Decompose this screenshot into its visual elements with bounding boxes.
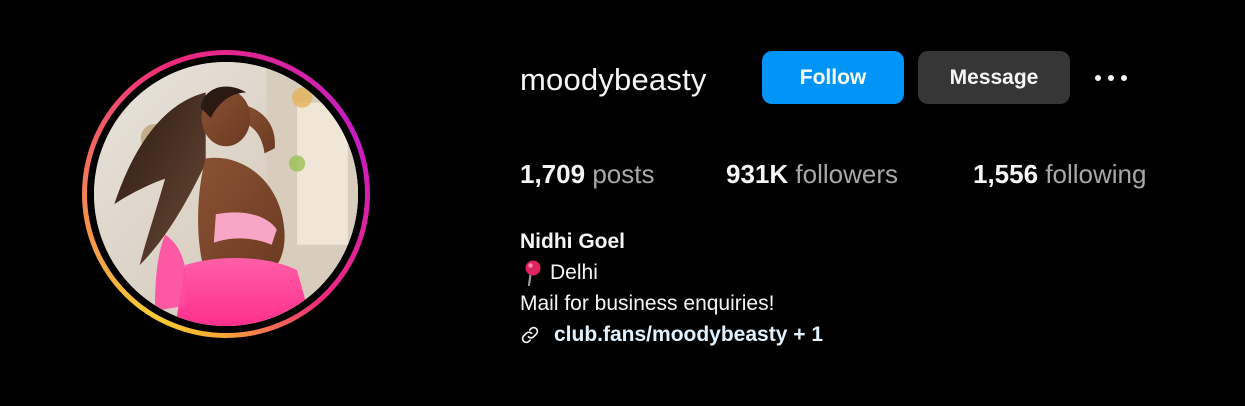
followers-count: 931K <box>726 159 789 189</box>
message-button[interactable]: Message <box>918 51 1070 104</box>
followers-label: followers <box>795 159 898 189</box>
posts-label: posts <box>592 159 655 189</box>
following-stat[interactable]: 1,556 following <box>973 157 1146 191</box>
full-name: Nidhi Goel <box>520 230 625 253</box>
dot <box>1121 75 1127 81</box>
more-options-icon[interactable] <box>1087 62 1135 94</box>
following-count: 1,556 <box>973 159 1039 189</box>
followers-stat[interactable]: 931K followers <box>726 157 973 191</box>
bio-link[interactable]: club.fans/moodybeasty + 1 <box>520 319 823 350</box>
following-label: following <box>1045 159 1147 189</box>
link-icon <box>521 326 539 343</box>
profile-stats: 1,709 posts 931K followers 1,556 followi… <box>520 157 1146 191</box>
profile-avatar-ring[interactable] <box>82 50 370 338</box>
dot <box>1108 75 1114 81</box>
posts-stat[interactable]: 1,709 posts <box>520 157 726 191</box>
bio-text: Mail for business enquiries! <box>520 292 775 315</box>
avatar-gap <box>87 55 365 333</box>
location-text: Delhi <box>550 261 598 284</box>
profile-username: moodybeasty <box>520 62 707 97</box>
link-text[interactable]: club.fans/moodybeasty + 1 <box>554 319 823 350</box>
follow-button[interactable]: Follow <box>762 51 904 104</box>
dot <box>1095 75 1101 81</box>
posts-count: 1,709 <box>520 159 586 189</box>
bio-location: Delhi <box>520 257 823 288</box>
map-pin-icon <box>525 260 541 286</box>
avatar-image <box>94 62 358 326</box>
avatar[interactable] <box>94 62 358 326</box>
profile-bio: Nidhi Goel Delhi Mail for business enqui… <box>520 226 823 350</box>
